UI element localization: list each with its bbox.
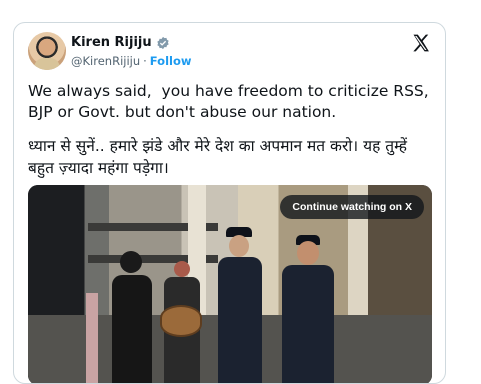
video-police-officer — [282, 265, 334, 383]
video-person — [86, 293, 98, 383]
video-person-head — [174, 261, 190, 277]
video-drum — [160, 305, 202, 337]
continue-watching-button[interactable]: Continue watching on X — [280, 195, 424, 219]
author-name[interactable]: Kiren Rijiju — [71, 35, 152, 50]
video-person-head — [120, 251, 142, 273]
author-name-row: Kiren Rijiju — [71, 35, 170, 50]
follow-button[interactable]: Follow — [150, 54, 192, 68]
video-person-head — [229, 235, 249, 257]
verified-badge-icon — [156, 36, 169, 49]
tweet-card[interactable]: Kiren Rijiju @KirenRijiju · Follow We al… — [13, 22, 446, 384]
tweet-text-english: We always said, you have freedom to crit… — [28, 82, 434, 121]
handle-separator: · — [143, 54, 147, 68]
video-police-officer — [218, 257, 262, 383]
author-handle[interactable]: @KirenRijiju — [71, 54, 140, 68]
video-person-head — [297, 241, 319, 265]
video-person — [112, 275, 152, 383]
author-handle-row: @KirenRijiju · Follow — [71, 54, 192, 68]
avatar-shirt — [34, 58, 60, 70]
x-logo-icon[interactable] — [411, 33, 431, 53]
tweet-text-hindi: ध्यान से सुनें.. हमारे झंडे और मेरे देश … — [28, 137, 407, 177]
author-avatar[interactable] — [28, 32, 66, 70]
video-thumbnail[interactable]: Continue watching on X — [28, 185, 432, 383]
